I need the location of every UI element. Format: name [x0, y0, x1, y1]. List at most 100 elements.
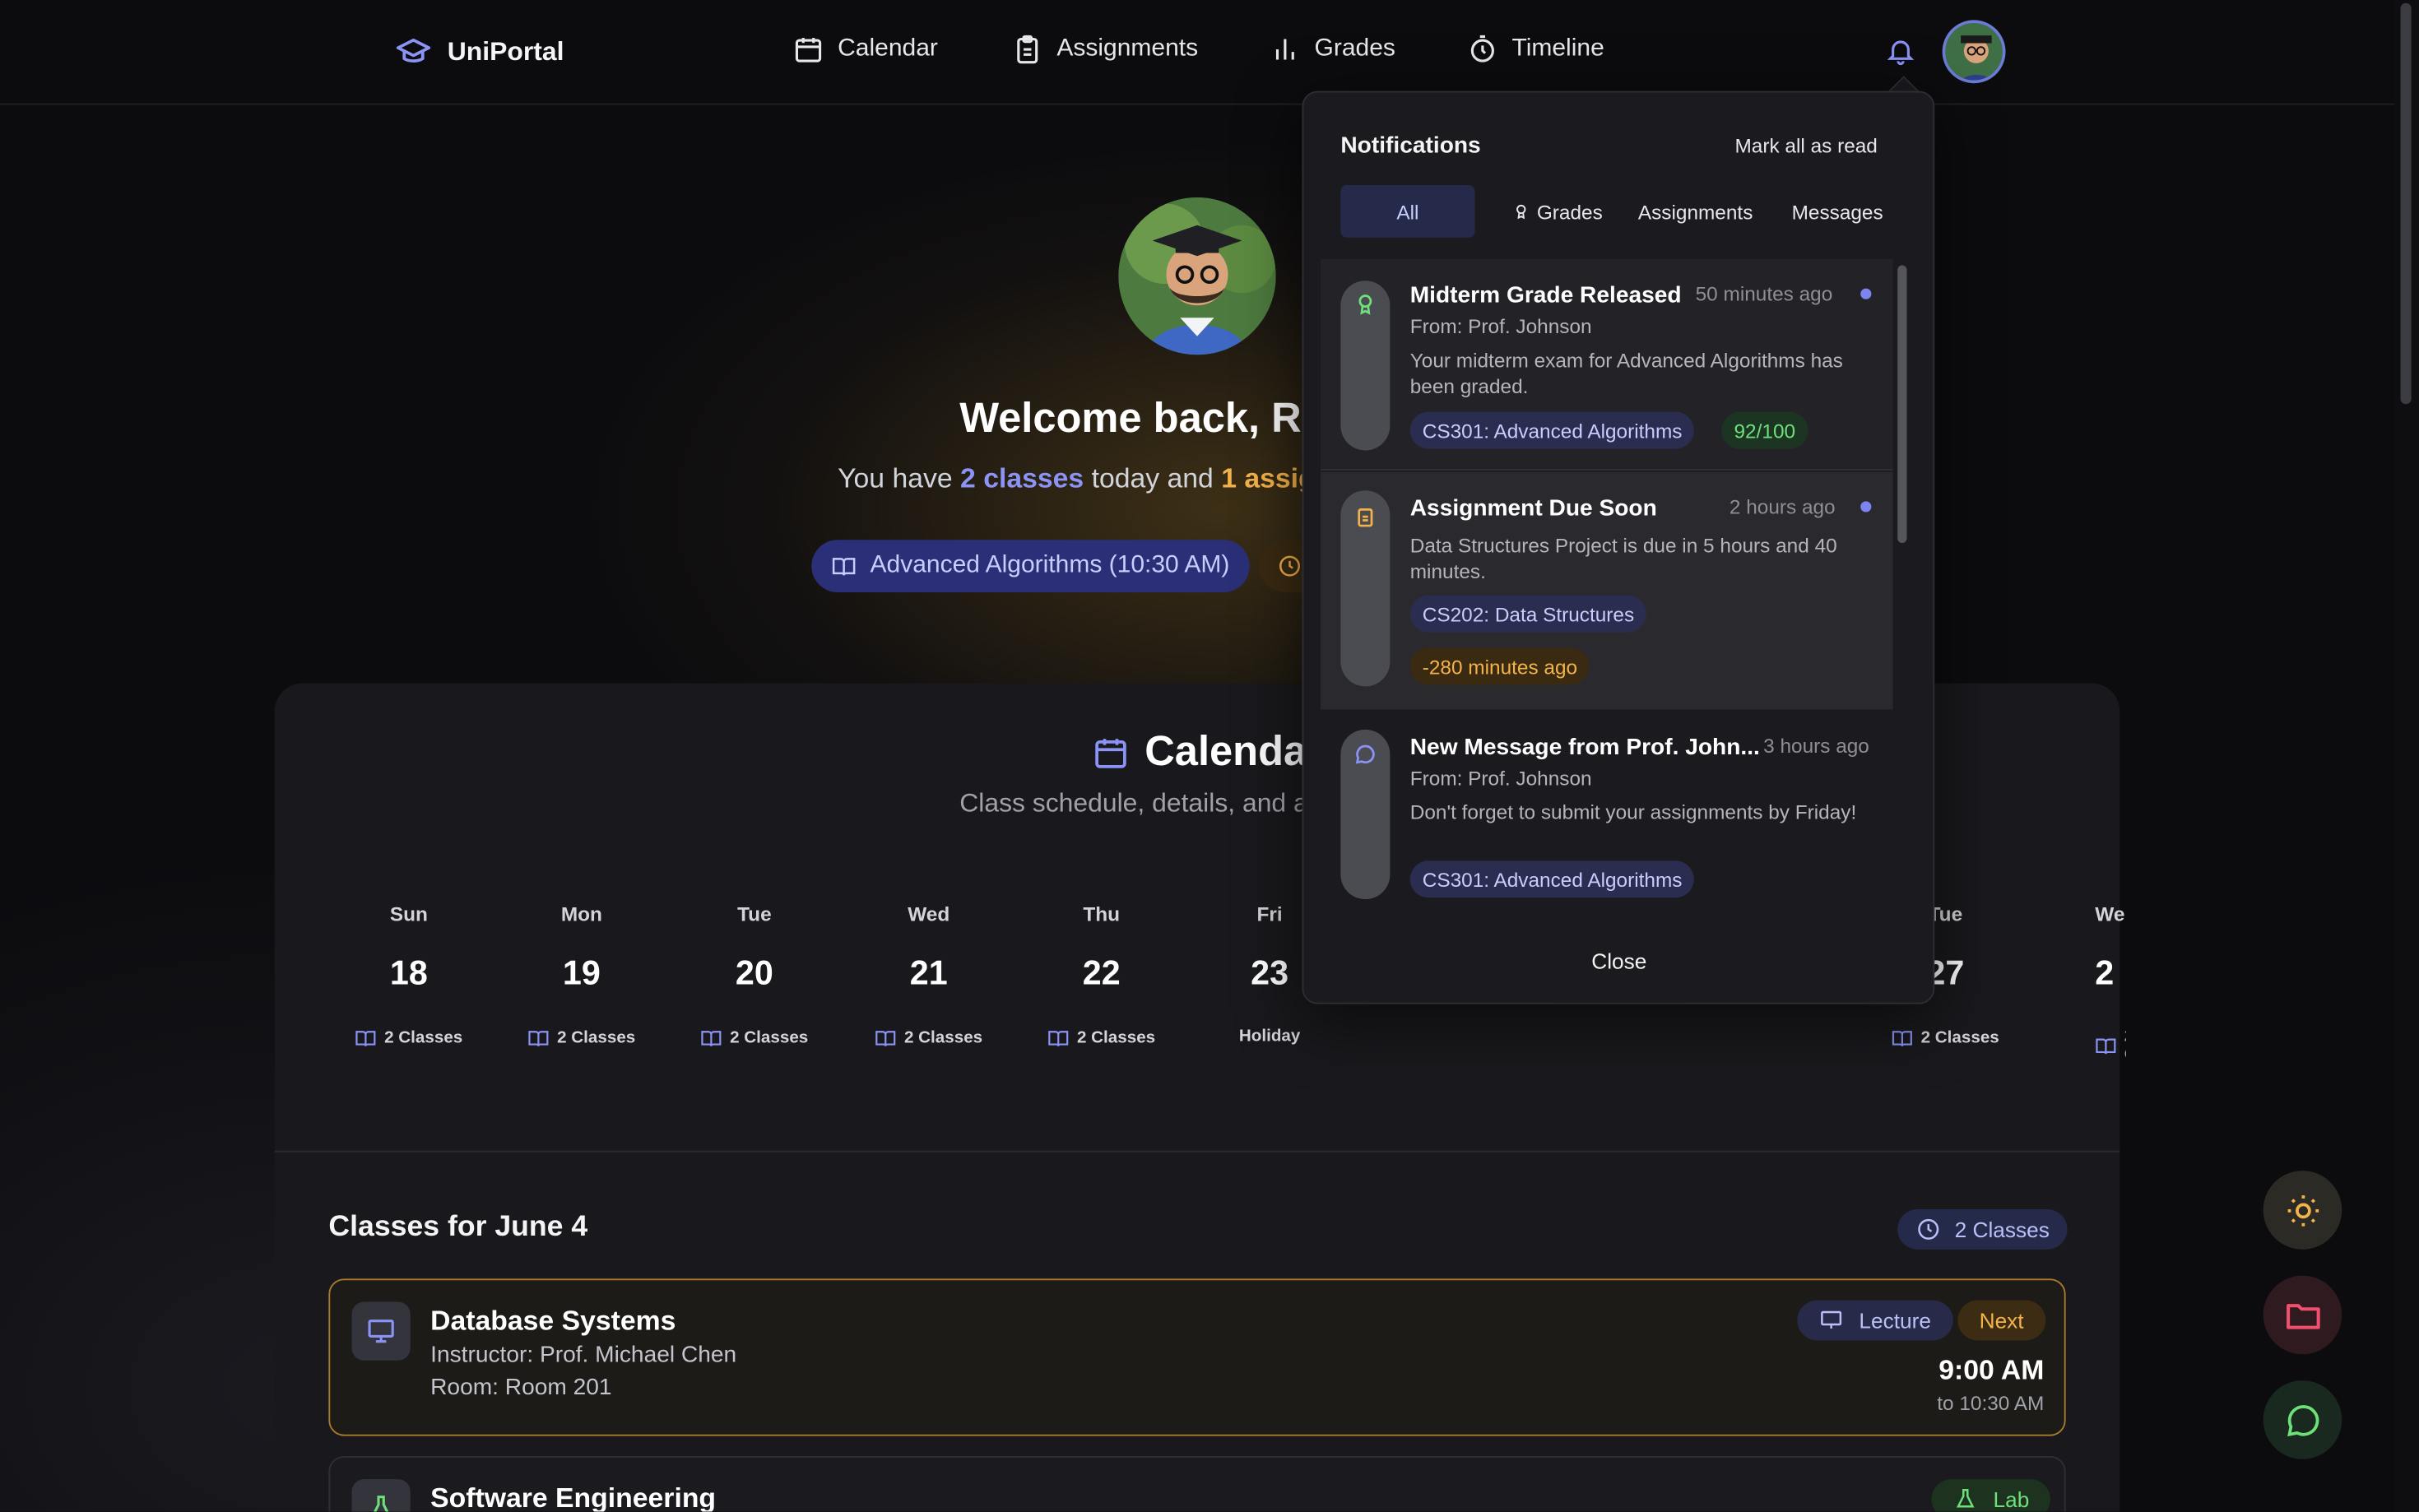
tab-grades[interactable]: Grades	[1497, 185, 1620, 238]
nav-calendar-label: Calendar	[838, 35, 938, 62]
class-type: Lab	[1993, 1486, 2030, 1512]
tab-all[interactable]: All	[1340, 185, 1475, 238]
calendar-day[interactable]: Thu 22 2 Classes	[1032, 902, 1171, 1049]
class-instructor: Instructor: Prof. Michael Chen	[430, 1342, 737, 1369]
score-tag: 92/100	[1721, 411, 1808, 449]
class-card[interactable]: Database Systems Instructor: Prof. Micha…	[328, 1278, 2066, 1436]
bell-icon[interactable]	[1885, 35, 1916, 67]
flask-icon	[351, 1479, 411, 1512]
nav-grades[interactable]: Grades	[1270, 34, 1467, 65]
scrollbar-thumb[interactable]	[1897, 265, 1907, 543]
clipboard-icon	[1012, 34, 1043, 65]
class-type-badge: Lab	[1931, 1479, 2051, 1512]
day-info: 2 C	[2095, 1027, 2126, 1064]
message-icon	[1354, 744, 1376, 765]
flask-icon	[1953, 1487, 1978, 1512]
tab-messages[interactable]: Messages	[1776, 185, 1899, 238]
notifications-title: Notifications	[1340, 132, 1481, 160]
calendar-day[interactable]: Sun 18 2 Classes	[340, 902, 479, 1049]
calendar-day[interactable]: Wed 21 2 Classes	[859, 902, 998, 1049]
day-info-label: 2 Classes	[1920, 1028, 1999, 1048]
class-end-time: to 10:30 AM	[1937, 1391, 2045, 1415]
nav-assignments[interactable]: Assignments	[1012, 34, 1270, 65]
brand[interactable]: UniPortal	[395, 34, 564, 71]
notification-from: From: Prof. Johnson	[1409, 314, 1592, 338]
day-date: 19	[562, 953, 601, 992]
book-icon	[1047, 1027, 1069, 1049]
top-nav: UniPortal Calendar Assignments Grades Ti…	[0, 0, 2394, 105]
book-icon	[527, 1027, 549, 1049]
calendar-icon	[793, 34, 824, 65]
nav-timeline[interactable]: Timeline	[1467, 34, 1604, 65]
theme-toggle-button[interactable]	[2263, 1171, 2342, 1250]
divider	[274, 1150, 2120, 1153]
notification-item[interactable]: Midterm Grade Released 50 minutes ago Fr…	[1321, 259, 1893, 471]
notification-title: Assignment Due Soon	[1409, 494, 1657, 522]
nav-timeline-label: Timeline	[1511, 35, 1604, 62]
brand-name: UniPortal	[447, 37, 564, 67]
nav-calendar[interactable]: Calendar	[793, 34, 1012, 65]
calendar-day[interactable]: We 2 2 C	[2049, 902, 2126, 1064]
tab-assignments[interactable]: Assignments	[1631, 185, 1761, 238]
day-info: 2 Classes	[685, 1027, 824, 1049]
book-icon	[1892, 1027, 1913, 1049]
day-info: 2 Classes	[1876, 1027, 2015, 1049]
day-info-label: 2 Classes	[1076, 1028, 1156, 1048]
day-name: Mon	[560, 902, 602, 925]
files-button[interactable]	[2263, 1275, 2342, 1355]
day-info-label: 2 Classes	[557, 1028, 636, 1048]
award-icon	[1514, 204, 1530, 220]
user-avatar[interactable]	[1942, 20, 2006, 84]
day-name: Wed	[908, 902, 950, 925]
clipboard-icon	[1354, 506, 1376, 527]
award-icon	[1354, 293, 1376, 315]
class-name: Database Systems	[430, 1305, 676, 1336]
nav-assignments-label: Assignments	[1056, 35, 1199, 62]
book-icon	[832, 554, 857, 578]
class-room: Room: Room 201	[430, 1374, 612, 1401]
unread-dot	[1860, 288, 1872, 299]
clock-icon	[1278, 554, 1302, 578]
classes-count-badge: 2 Classes	[1897, 1209, 2068, 1250]
due-tag: -280 minutes ago	[1409, 647, 1590, 685]
sun-icon	[2284, 1191, 2321, 1228]
notification-item[interactable]: Assignment Due Soon 2 hours ago Data Str…	[1321, 471, 1893, 710]
folder-icon	[2282, 1295, 2323, 1335]
graduation-cap-icon	[395, 34, 432, 71]
class-type: Lecture	[1859, 1308, 1931, 1333]
profile-avatar	[1118, 197, 1276, 355]
page-scrollbar[interactable]	[2394, 0, 2419, 1512]
notifications-scrollbar[interactable]	[1892, 259, 1913, 916]
book-icon	[2095, 1035, 2116, 1056]
calendar-day[interactable]: Mon 19 2 Classes	[513, 902, 652, 1049]
nav-grades-label: Grades	[1314, 35, 1395, 62]
day-info-label: Holiday	[1238, 1027, 1301, 1046]
notifications-popover: Notifications Mark all as read All Grade…	[1302, 90, 1935, 1004]
day-date: 22	[1082, 953, 1121, 992]
summary-prefix: You have	[838, 462, 961, 494]
today-summary: You have 2 classes today and 1 assign	[838, 463, 1332, 495]
unread-dot	[1860, 501, 1872, 513]
close-button[interactable]: Close	[1553, 917, 1685, 1003]
notifications-list: Midterm Grade Released 50 minutes ago Fr…	[1321, 259, 1893, 916]
calendar-day[interactable]: Tue 20 2 Classes	[685, 902, 824, 1049]
scrollbar-thumb[interactable]	[2400, 2, 2412, 405]
tab-grades-label: Grades	[1536, 199, 1603, 223]
notification-time: 50 minutes ago	[1695, 282, 1833, 306]
notification-item[interactable]: New Message from Prof. John... 3 hours a…	[1321, 711, 1893, 916]
class-card[interactable]: Software Engineering Lab	[328, 1456, 2066, 1512]
book-icon	[700, 1027, 722, 1049]
chat-icon	[2284, 1401, 2321, 1438]
timer-icon	[1467, 34, 1498, 65]
mark-all-read-button[interactable]: Mark all as read	[1734, 134, 1877, 157]
calendar-title: Calendar	[1144, 728, 1323, 775]
monitor-icon	[1819, 1308, 1844, 1333]
book-icon	[875, 1027, 896, 1049]
notification-body: Your midterm exam for Advanced Algorithm…	[1409, 348, 1843, 398]
chat-button[interactable]	[2263, 1380, 2342, 1459]
next-class-chip[interactable]: Advanced Algorithms (10:30 AM)	[811, 540, 1250, 592]
notification-time: 2 hours ago	[1729, 494, 1836, 518]
day-info: 2 Classes	[1032, 1027, 1171, 1049]
calendar-subtitle: Class schedule, details, and a	[959, 788, 1308, 818]
day-date: 18	[389, 953, 428, 992]
